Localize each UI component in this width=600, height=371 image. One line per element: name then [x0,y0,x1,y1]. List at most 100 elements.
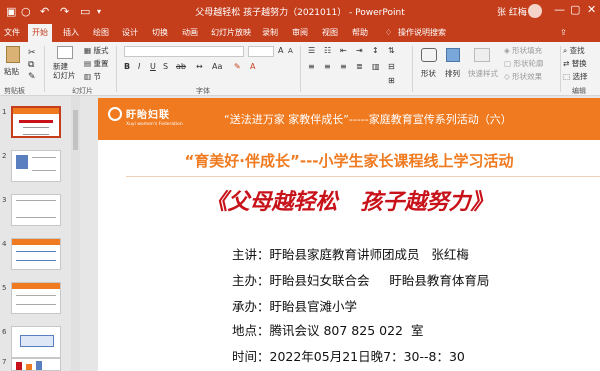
bold-icon[interactable]: B [124,62,130,71]
bullets-icon[interactable]: ☰ [308,46,315,55]
host-line: 承办：盱眙县官滩小学 [232,299,358,314]
tab-slideshow[interactable]: 幻灯片放映 [211,24,251,42]
tab-design[interactable]: 设计 [122,24,138,42]
numbering-icon[interactable]: ☷ [324,46,331,55]
strikethrough-icon[interactable]: ab [176,62,186,71]
logo-subtext: Xuyi women's Federation [126,122,183,127]
align-right-icon[interactable]: ≡ [340,62,347,71]
copy-icon[interactable]: ⧉ [28,60,34,70]
group-divider [560,46,561,92]
shadow-icon[interactable]: S [163,62,168,71]
thumbnail-number: 6 [2,328,7,336]
thumb-box [20,335,54,347]
paste-icon[interactable] [6,46,20,63]
cut-icon[interactable]: ✂ [28,48,36,58]
grow-font-icon[interactable]: A [278,46,283,55]
slide-canvas[interactable]: 盱眙妇联 Xuyi women's Federation “送法进万家 家教伴成… [98,98,600,371]
thumb-bar [16,362,22,370]
font-name-box[interactable] [124,46,244,57]
user-name[interactable]: 张 红梅 [497,5,527,18]
slide-thumbnail[interactable] [11,358,61,371]
font-group-label: 字体 [196,87,210,95]
font-color-icon[interactable]: A [250,62,255,71]
quick-styles-icon[interactable] [474,48,490,62]
slide-thumbnail[interactable] [11,106,61,138]
thumb-bar [26,364,32,370]
slide-thumbnail[interactable] [11,238,61,270]
tab-help[interactable]: 帮助 [352,24,368,42]
text-direction-icon[interactable]: ⇅ [388,46,395,55]
tab-draw[interactable]: 绘图 [93,24,109,42]
align-center-icon[interactable]: ≡ [324,62,331,71]
minimize-icon[interactable]: — [554,3,565,16]
highlight-icon[interactable]: ✎ [234,62,241,71]
tab-view[interactable]: 视图 [322,24,338,42]
tab-transitions[interactable]: 切换 [152,24,168,42]
font-size-box[interactable] [248,46,274,57]
increase-indent-icon[interactable]: ⇥ [356,46,363,55]
reset-button[interactable]: ▤ 重置 [84,58,108,69]
scrollbar-thumb[interactable] [73,110,78,150]
thumb-band [12,283,60,289]
thumbnail-scrollbar[interactable] [71,96,80,371]
shape-effects-button[interactable]: ◇ 形状效果 [504,71,542,82]
clipboard-group-label: 剪贴板 [4,87,25,95]
tab-file[interactable]: 文件 [4,24,20,42]
layout-button[interactable]: ▦ 版式 [84,45,108,56]
thumb-title [19,120,53,123]
new-slide-icon[interactable] [57,46,73,59]
thumb-band [12,239,60,245]
group-divider [116,46,117,92]
shapes-icon[interactable] [421,48,437,62]
change-case-icon[interactable]: Aa [212,62,222,71]
italic-icon[interactable]: I [138,62,140,71]
section-button[interactable]: ▥ 节 [84,71,101,82]
restore-icon[interactable]: ▢ [570,3,580,16]
tab-insert[interactable]: 插入 [63,24,79,42]
decrease-indent-icon[interactable]: ⇤ [340,46,347,55]
tab-animations[interactable]: 动画 [182,24,198,42]
layout-icon: ▦ [84,46,92,55]
fill-icon: ◈ [504,46,510,55]
thumb-text [16,200,56,218]
smartart-icon[interactable]: ⊞ [388,76,395,85]
slide-thumbnail[interactable] [11,326,61,358]
thumb-photo [16,155,28,169]
close-icon[interactable]: ✕ [587,3,596,16]
shapes-button[interactable]: 形状 [421,68,436,79]
shape-outline-button[interactable]: ▢ 形状轮廓 [504,58,543,69]
tab-review[interactable]: 审阅 [292,24,308,42]
select-button[interactable]: ⬚ 选择 [563,71,587,82]
line-spacing-icon[interactable]: ↕ [372,46,379,55]
quick-styles-button[interactable]: 快速样式 [468,68,498,79]
group-divider [44,46,45,92]
justify-icon[interactable]: ≣ [356,62,363,71]
tell-me-search[interactable]: 操作说明搜索 [398,24,446,42]
tab-record[interactable]: 录制 [262,24,278,42]
thumbnail-number: 5 [2,284,7,292]
find-button[interactable]: ⌕ 查找 [563,45,585,56]
arrange-icon[interactable] [446,48,460,62]
slide-thumbnail[interactable] [11,194,61,226]
slide-thumbnails-pane: 1 2 3 4 5 6 7 [0,96,80,371]
char-spacing-icon[interactable]: ↔ [196,62,203,71]
shrink-font-icon[interactable]: A [288,47,293,55]
tab-home[interactable]: 开始 [28,24,52,42]
time-line: 时间：2022年05月21日晚7：30--8：30 [232,349,465,364]
replace-button[interactable]: ⇄ 替换 [563,58,587,69]
align-left-icon[interactable]: ≡ [308,62,315,71]
thumb-text [16,251,56,261]
align-text-icon[interactable]: ⊟ [388,62,395,71]
share-icon[interactable]: ⇪ [560,24,567,42]
columns-icon[interactable]: ▥ [372,62,380,71]
new-slide-button[interactable]: 新建 幻灯片 [53,62,76,80]
slide-thumbnail[interactable] [11,282,61,314]
format-painter-icon[interactable]: ✎ [28,72,36,82]
arrange-button[interactable]: 排列 [445,68,460,79]
underline-icon[interactable]: U [150,62,156,71]
paste-button[interactable]: 粘贴 [4,66,19,77]
slide-thumbnail[interactable] [11,150,61,182]
shape-effects-label: 形状效果 [512,72,543,81]
avatar[interactable] [528,4,542,18]
shape-fill-button[interactable]: ◈ 形状填充 [504,45,542,56]
